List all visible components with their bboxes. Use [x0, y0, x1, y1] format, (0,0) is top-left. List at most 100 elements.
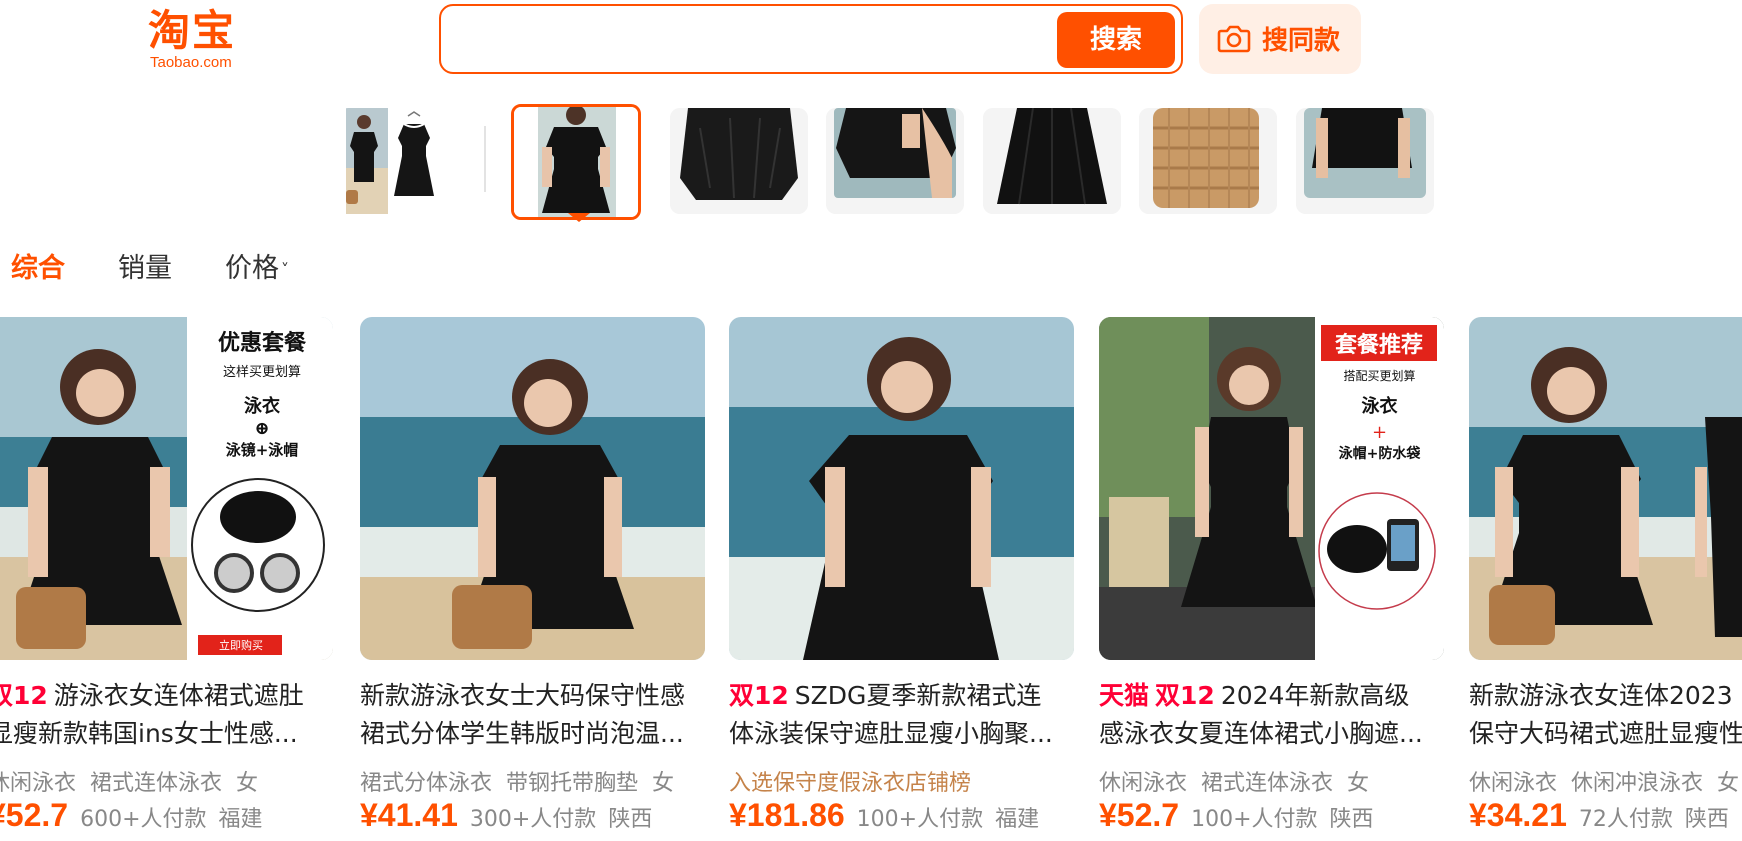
thumbnail-model-closeup[interactable] [826, 108, 964, 214]
bundle-overlay: 优惠套餐 这样买更划算 泳衣 ⊕ 泳镜+泳帽 [199, 325, 325, 460]
product-tag: 休闲冲浪泳衣 [1571, 771, 1704, 796]
product-price: ¥52.7 [0, 797, 69, 833]
product-image[interactable] [360, 317, 705, 660]
camera-icon [1217, 25, 1251, 53]
promo-text: 入选保守度假泳衣店铺榜 [729, 771, 972, 796]
title-text: 游泳衣女连体裙式遮肚 [53, 681, 304, 710]
product-tag: 带钢托带胸垫 [506, 771, 639, 796]
bundle-plus: + [1371, 422, 1388, 443]
search-input[interactable] [455, 14, 1039, 66]
buy-now-badge: 立即购买 [219, 639, 263, 652]
sort-tab-comprehensive[interactable]: 综合 [11, 246, 65, 285]
price-row: ¥52.7 100+人付款 陕西 [1099, 797, 1374, 834]
paid-count: 300+人付款 [469, 807, 597, 832]
price-row: ¥181.86 100+人付款 福建 [729, 797, 1039, 834]
chevron-down-icon: ˅ [281, 260, 289, 279]
product-image[interactable]: 套餐推荐 搭配买更划算 泳衣 + 泳帽+防水袋 [1099, 317, 1444, 660]
bundle-item: 泳衣 [1361, 396, 1398, 417]
title-text: 2024年新款高级 [1220, 681, 1410, 710]
double12-badge: 双12 [0, 681, 48, 710]
logo-chinese: 淘宝 [148, 6, 237, 55]
thumbnail-original-photo[interactable] [338, 108, 456, 214]
ship-location: 陕西 [1329, 807, 1374, 832]
title-text: SZDG夏季新款裙式连 [794, 681, 1042, 710]
product-title[interactable]: 双12游泳衣女连体裙式遮肚 显瘦新款韩国ins女士性感... [0, 677, 333, 753]
double12-badge: 双12 [1155, 681, 1215, 710]
swimsuit-image [514, 107, 638, 217]
logo-english: Taobao.com [150, 54, 232, 71]
swimsuit-image [1296, 108, 1434, 214]
thumbnail-skirt[interactable] [983, 108, 1121, 214]
swimsuit-model-photo [729, 317, 1074, 660]
product-image[interactable] [729, 317, 1074, 660]
product-tag: 女 [236, 771, 259, 796]
title-line: 新款游泳衣女士大码保守性感 [360, 681, 686, 710]
bundle-heading: 套餐推荐 [1334, 332, 1423, 358]
swimsuit-model-photo [1469, 317, 1742, 660]
product-card[interactable]: 新款游泳衣女连体2023 保守大码裙式遮肚显瘦性 休闲泳衣 休闲冲浪泳衣女 ¥34… [1469, 317, 1742, 837]
title-line: 显瘦新款韩国ins女士性感... [0, 719, 298, 748]
sort-tab-sales[interactable]: 销量 [118, 246, 172, 285]
product-price: ¥34.21 [1469, 797, 1567, 833]
product-title[interactable]: 新款游泳衣女连体2023 保守大码裙式遮肚显瘦性 [1469, 677, 1742, 753]
thumbnail-basket[interactable] [1139, 108, 1277, 214]
thumbnail-lace-top[interactable] [670, 108, 808, 214]
product-tag: 女 [652, 771, 675, 796]
swimsuit-model-photo [360, 317, 705, 660]
product-tags: 裙式分体泳衣 带钢托带胸垫女 [360, 765, 688, 797]
search-same-style-label: 搜同款 [1262, 26, 1341, 56]
sort-tab-price[interactable]: 价格 ˅ [225, 246, 289, 285]
image-search-thumbnails [338, 104, 1438, 220]
title-line: 感泳衣女夏连体裙式小胸遮... [1099, 719, 1423, 748]
product-price: ¥41.41 [360, 797, 458, 833]
bundle-item: 泳衣 [244, 396, 280, 417]
thumbnail-separator [484, 126, 486, 192]
product-price: ¥52.7 [1099, 797, 1180, 833]
basket-image [1139, 108, 1277, 214]
product-tags: 休闲泳衣裙式连体泳衣女 [0, 765, 272, 797]
thumbnail-selected[interactable] [511, 104, 641, 220]
thumbnail-model-legs[interactable] [1296, 108, 1434, 214]
title-line: 天猫 双12 2024年新款高级 [1099, 677, 1444, 715]
paid-count: 100+人付款 [1191, 807, 1318, 832]
swimsuit-image [983, 108, 1121, 214]
swimsuit-image [338, 108, 456, 214]
title-line: 双12游泳衣女连体裙式遮肚 [0, 677, 333, 715]
product-title[interactable]: 新款游泳衣女士大码保守性感 裙式分体学生韩版时尚泡温... [360, 677, 705, 753]
bundle-heading: 优惠套餐 [217, 330, 306, 356]
product-image[interactable] [1469, 317, 1742, 660]
product-tags: 休闲泳衣 休闲冲浪泳衣女 [1469, 765, 1742, 797]
product-tag: 裙式连体泳衣 [1201, 771, 1334, 796]
product-tag: 休闲泳衣 [1469, 771, 1558, 796]
product-tags: 休闲泳衣裙式连体泳衣女 [1099, 765, 1383, 797]
bundle-subheading: 搭配买更划算 [1343, 369, 1416, 383]
double12-badge: 双12 [729, 681, 789, 710]
product-image[interactable]: 优惠套餐 这样买更划算 泳衣 ⊕ 泳镜+泳帽 立即购买 [0, 317, 333, 660]
product-title[interactable]: 天猫 双12 2024年新款高级 感泳衣女夏连体裙式小胸遮... [1099, 677, 1444, 753]
price-row: ¥34.21 72人付款 陕西 [1469, 797, 1729, 834]
taobao-logo[interactable]: 淘宝 Taobao.com [148, 6, 258, 72]
store-ranking-tag[interactable]: 入选保守度假泳衣店铺榜 [729, 765, 985, 797]
paid-count: 72人付款 [1578, 807, 1673, 832]
title-line: 保守大码裙式遮肚显瘦性 [1469, 719, 1742, 748]
sort-tab-price-label: 价格 [225, 253, 279, 284]
product-price: ¥181.86 [729, 797, 845, 833]
paid-count: 600+人付款 [80, 807, 207, 832]
price-row: ¥52.7 600+人付款福建 [0, 797, 263, 834]
search-bar: 搜索 [439, 4, 1183, 74]
price-row: ¥41.41 300+人付款 陕西 [360, 797, 652, 834]
selected-thumbnail-caret [568, 213, 590, 222]
search-button[interactable]: 搜索 [1057, 12, 1175, 68]
product-title[interactable]: 双12 SZDG夏季新款裙式连 体泳装保守遮肚显瘦小胸聚... [729, 677, 1074, 753]
product-tag: 裙式分体泳衣 [360, 771, 493, 796]
bundle-overlay: 搭配买更划算 泳衣 + 泳帽+防水袋 [1315, 367, 1444, 463]
search-same-style-button[interactable]: 搜同款 [1199, 4, 1361, 74]
title-line: 新款游泳衣女连体2023 [1469, 681, 1733, 710]
ship-location: 陕西 [1684, 807, 1729, 832]
bundle-subheading: 这样买更划算 [222, 365, 301, 380]
tmall-badge: 天猫 [1099, 681, 1150, 710]
bundle-plus: ⊕ [254, 418, 270, 439]
title-line: 裙式分体学生韩版时尚泡温... [360, 719, 684, 748]
product-tag: 裙式连体泳衣 [90, 771, 223, 796]
title-line: 双12 SZDG夏季新款裙式连 [729, 677, 1074, 715]
